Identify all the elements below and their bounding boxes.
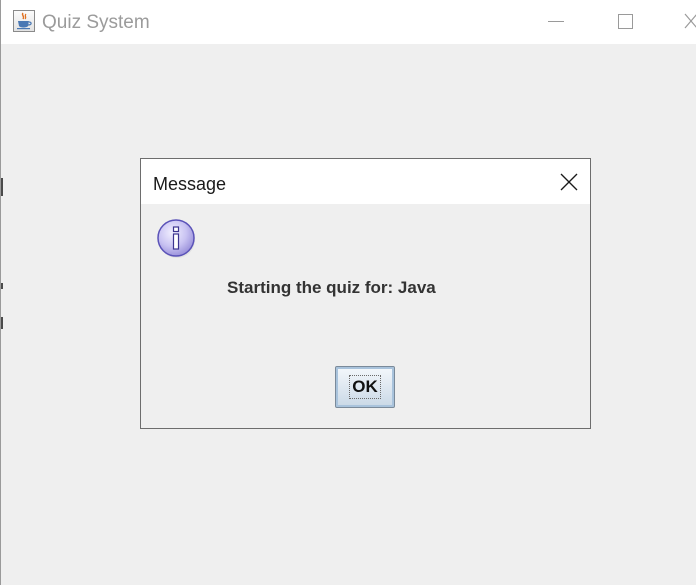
close-icon [560, 173, 578, 191]
dialog-title-bar[interactable]: Message [141, 159, 590, 204]
dialog-message: Starting the quiz for: Java [227, 278, 436, 297]
information-icon [157, 219, 195, 258]
background-edge-mark [1, 178, 3, 196]
dialog-title: Message [153, 174, 227, 194]
dialog-close-button[interactable] [545, 159, 590, 204]
close-window-button[interactable] [671, 0, 696, 44]
minimize-icon [548, 21, 564, 22]
close-icon [684, 13, 696, 29]
window-title: Quiz System [42, 12, 150, 33]
minimize-button[interactable] [533, 0, 579, 44]
background-edge-mark [1, 283, 3, 289]
ok-button[interactable]: OK [335, 366, 395, 408]
maximize-button[interactable] [602, 0, 648, 44]
quiz-system-window: Quiz System Message Starting the quiz fo… [0, 0, 696, 585]
ok-button-label: OK [349, 375, 381, 399]
window-title-bar[interactable]: Quiz System [1, 0, 696, 44]
java-coffee-cup-icon[interactable] [13, 10, 35, 32]
background-edge-mark [1, 317, 3, 329]
message-dialog: Message Starting the quiz for: Java OK [140, 158, 591, 429]
maximize-icon [618, 14, 633, 29]
